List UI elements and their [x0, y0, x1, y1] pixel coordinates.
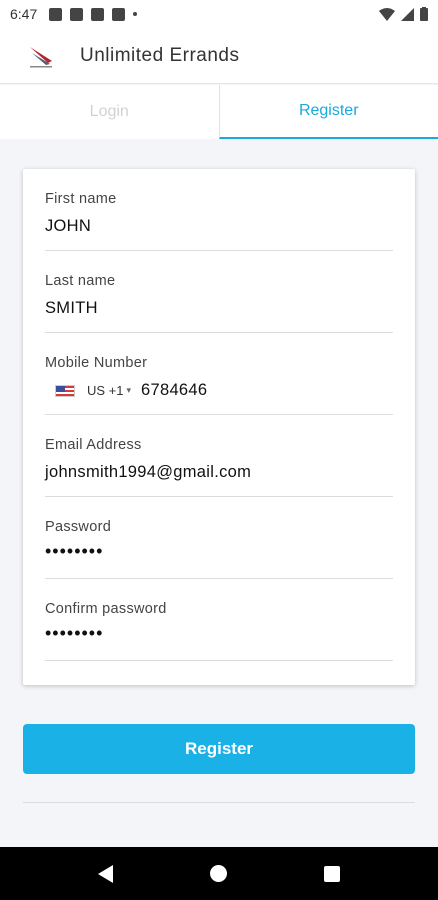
last-name-label: Last name [45, 273, 116, 289]
register-button[interactable]: Register [23, 724, 415, 774]
back-icon[interactable] [98, 864, 114, 883]
shield-icon [91, 7, 105, 21]
confirm-password-input[interactable]: •••••••• [45, 623, 393, 644]
mobile-number-field[interactable]: Mobile Number US +1 ▾ 6784646 [45, 333, 393, 415]
tab-login[interactable]: Login [0, 85, 219, 139]
password-input[interactable]: •••••••• [45, 541, 393, 562]
phone-row: US +1 ▾ 6784646 [45, 381, 393, 400]
email-input[interactable]: johnsmith1994@gmail.com [45, 463, 393, 482]
app-bar: Unlimited Errands [0, 28, 438, 84]
auth-tabs: Login Register [0, 85, 438, 139]
last-name-field[interactable]: Last name SMITH [45, 251, 393, 333]
confirm-password-label: Confirm password [45, 601, 167, 617]
first-name-label: First name [45, 191, 117, 207]
us-flag-icon[interactable] [55, 384, 75, 397]
divider [23, 802, 415, 803]
status-bar: 6:47 [0, 0, 438, 28]
app-title: Unlimited Errands [80, 44, 240, 66]
mail-icon [70, 7, 84, 21]
country-code-select[interactable]: US +1 [87, 383, 124, 398]
status-icons [49, 7, 138, 21]
register-form-card: First name JOHN Last name SMITH Mobile N… [23, 169, 415, 685]
home-icon[interactable] [209, 865, 227, 882]
mobile-number-label: Mobile Number [45, 355, 148, 371]
email-field[interactable]: Email Address johnsmith1994@gmail.com [45, 415, 393, 497]
last-name-input[interactable]: SMITH [45, 299, 393, 318]
signal-icon [401, 7, 414, 21]
app-logo-icon [30, 46, 52, 67]
status-time: 6:47 [10, 6, 38, 22]
password-label: Password [45, 519, 112, 535]
first-name-input[interactable]: JOHN [45, 217, 393, 236]
first-name-field[interactable]: First name JOHN [45, 169, 393, 251]
dot-icon [133, 12, 138, 16]
password-field[interactable]: Password •••••••• [45, 497, 393, 579]
email-label: Email Address [45, 437, 142, 453]
wifi-icon [379, 7, 395, 21]
mobile-number-input[interactable]: 6784646 [141, 381, 207, 400]
sd-card-icon [112, 7, 126, 21]
recent-apps-icon[interactable] [323, 865, 340, 882]
settings-icon [49, 7, 63, 21]
confirm-password-field[interactable]: Confirm password •••••••• [45, 579, 393, 661]
battery-icon [420, 7, 428, 21]
status-right-icons [379, 7, 428, 21]
chevron-down-icon[interactable]: ▾ [127, 385, 132, 396]
system-nav-bar [0, 847, 438, 900]
tab-register[interactable]: Register [218, 85, 438, 139]
